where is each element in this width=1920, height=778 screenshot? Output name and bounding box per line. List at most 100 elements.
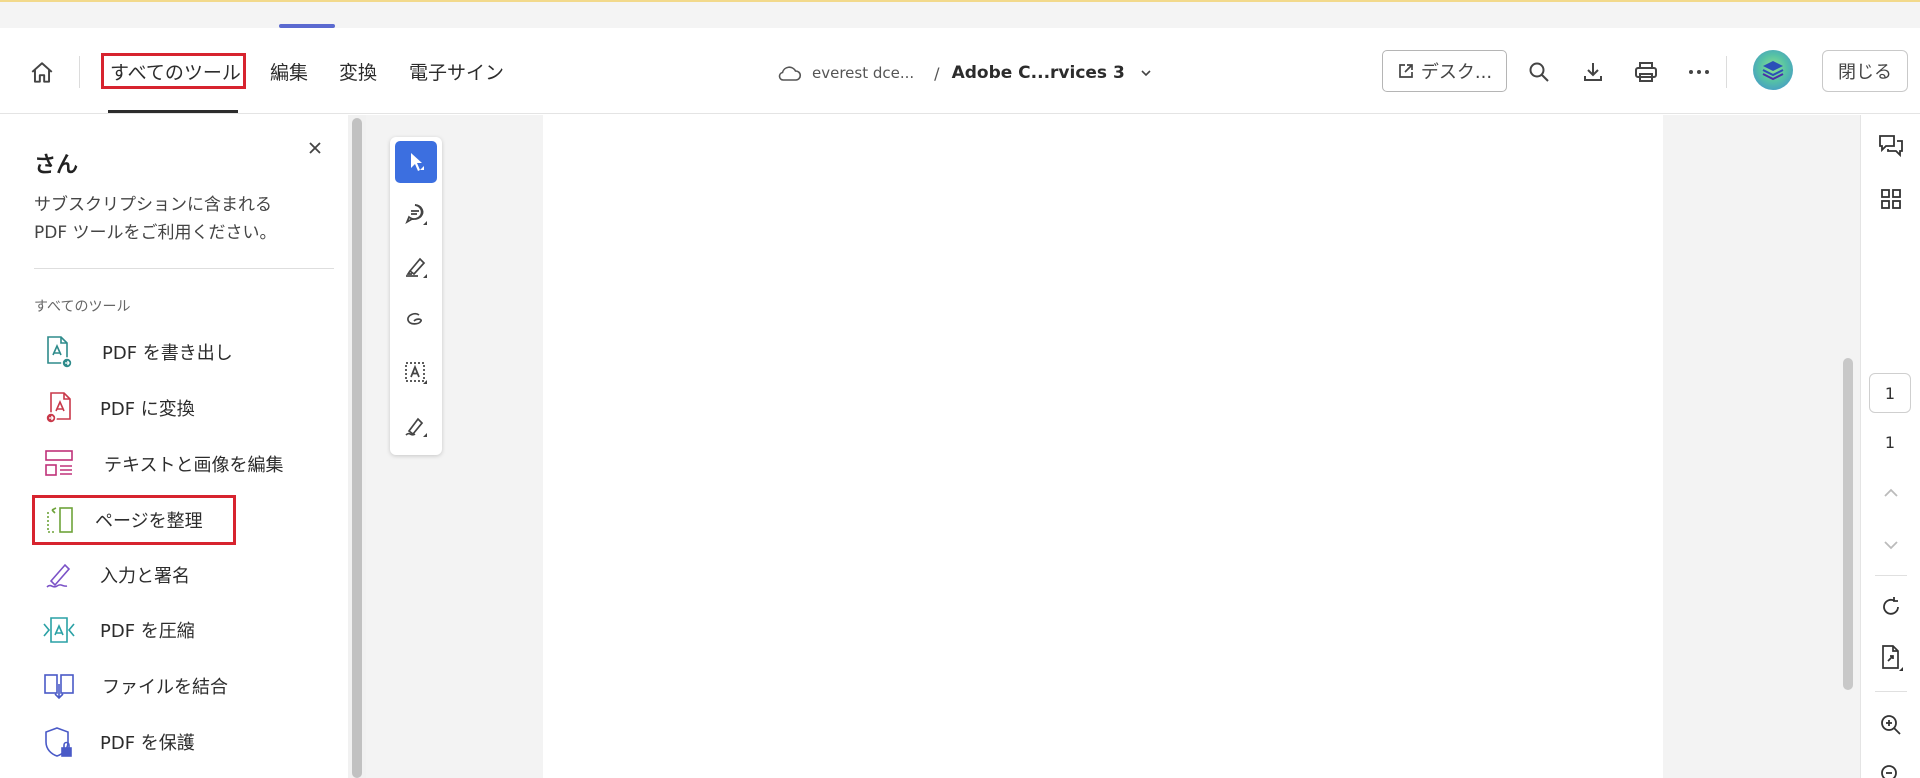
- pdf-page[interactable]: [543, 115, 1663, 778]
- rail-separator: [1875, 575, 1907, 576]
- tab-edit[interactable]: 編集: [270, 54, 308, 88]
- right-rail: 1 1: [1860, 115, 1920, 778]
- sign-icon: [405, 417, 427, 437]
- app-header: すべてのツール 編集 変換 電子サイン everest dce... / Ado…: [0, 28, 1920, 114]
- zoom-out-icon: [1881, 765, 1897, 778]
- tool-fill-sign-label: 入力と署名: [100, 566, 190, 587]
- tools-panel: さん サブスクリプションに含まれる PDF ツールをご利用ください。 すべてのツ…: [0, 115, 348, 778]
- nav-separator: [79, 56, 80, 88]
- active-tab-underline: [108, 110, 238, 113]
- search-icon: [1529, 62, 1549, 82]
- zoom-in-icon: [1881, 715, 1901, 735]
- comment-icon: [405, 204, 427, 225]
- tool-compress-pdf[interactable]: PDF を圧縮: [40, 608, 195, 652]
- grid-icon: [1881, 189, 1901, 209]
- zoom-out-button[interactable]: [1875, 759, 1907, 778]
- panel-close-button[interactable]: [302, 135, 328, 161]
- rotate-icon: [1883, 597, 1899, 615]
- tab-convert[interactable]: 変換: [339, 54, 377, 88]
- tool-fill-sign[interactable]: 入力と署名: [40, 553, 190, 597]
- panel-subtitle-line1: サブスクリプションに含まれる: [34, 195, 272, 215]
- draw-icon: [407, 312, 422, 325]
- rail-separator: [1875, 691, 1907, 692]
- tool-organize-pages-label: ページを整理: [95, 511, 203, 532]
- panel-scroll-thumb[interactable]: [352, 118, 362, 778]
- compress-pdf-icon: [40, 611, 78, 649]
- open-desktop-button[interactable]: デスク...: [1382, 50, 1507, 92]
- search-button[interactable]: [1524, 57, 1554, 87]
- header-separator: [1726, 56, 1727, 88]
- browser-tab-strip: [0, 0, 1920, 28]
- comments-icon: [1879, 135, 1903, 158]
- breadcrumb-root[interactable]: everest dce...: [812, 64, 914, 82]
- current-page-input[interactable]: 1: [1869, 373, 1911, 413]
- tab-e-sign[interactable]: 電子サイン: [409, 54, 504, 88]
- tool-create-pdf[interactable]: PDF に変換: [40, 386, 195, 430]
- page-extract-icon: [1882, 645, 1903, 671]
- rotate-button[interactable]: [1875, 591, 1907, 623]
- protect-pdf-icon: [40, 723, 78, 761]
- next-page-button[interactable]: [1875, 529, 1907, 561]
- tool-organize-pages[interactable]: ページを整理: [32, 495, 236, 545]
- tool-export-pdf-label: PDF を書き出し: [102, 343, 233, 364]
- sign-tool-button[interactable]: [395, 405, 437, 447]
- comments-button[interactable]: [1875, 130, 1907, 162]
- external-link-icon: [1399, 64, 1413, 78]
- tool-combine-files-label: ファイルを結合: [102, 677, 228, 698]
- select-cursor-icon: [411, 153, 424, 171]
- panel-divider: [34, 268, 334, 269]
- comment-tool-button[interactable]: [395, 193, 437, 235]
- chevron-down-icon: [1884, 541, 1898, 550]
- open-desktop-label: デスク...: [1420, 62, 1493, 83]
- tool-protect-pdf[interactable]: PDF を保護: [40, 720, 195, 764]
- document-title[interactable]: Adobe C...rvices 3: [952, 63, 1125, 83]
- layers-icon: [1762, 61, 1784, 81]
- export-pdf-icon: [40, 333, 78, 371]
- tool-compress-pdf-label: PDF を圧縮: [100, 621, 195, 642]
- tool-export-pdf[interactable]: PDF を書き出し: [40, 330, 233, 374]
- tool-edit-text-image-label: テキストと画像を編集: [104, 455, 284, 476]
- breadcrumb-separator: /: [934, 63, 940, 83]
- close-button[interactable]: 閉じる: [1822, 50, 1908, 92]
- tool-combine-files[interactable]: ファイルを結合: [40, 664, 228, 708]
- zoom-in-button[interactable]: [1875, 709, 1907, 741]
- panel-subtitle-line2: PDF ツールをご利用ください。: [34, 223, 277, 243]
- quick-tools-toolbar: [390, 137, 442, 455]
- edit-text-image-icon: [40, 445, 78, 483]
- avatar[interactable]: [1753, 50, 1793, 90]
- close-icon: [309, 142, 321, 154]
- thumbnails-button[interactable]: [1875, 183, 1907, 215]
- combine-files-icon: [40, 667, 78, 705]
- download-icon: [1584, 63, 1602, 81]
- tool-protect-pdf-label: PDF を保護: [100, 733, 195, 754]
- print-icon: [1635, 62, 1657, 82]
- panel-greeting: さん: [34, 153, 79, 178]
- cloud-icon: [778, 66, 802, 81]
- page-tools-button[interactable]: [1875, 642, 1907, 674]
- chevron-down-icon: [1141, 70, 1151, 77]
- tool-create-pdf-label: PDF に変換: [100, 399, 195, 420]
- previous-page-button[interactable]: [1875, 477, 1907, 509]
- section-title: すべてのツール: [34, 299, 131, 315]
- breadcrumb: everest dce... / Adobe C...rvices 3: [776, 58, 1153, 88]
- total-pages: 1: [1884, 433, 1896, 452]
- select-tool-button[interactable]: [395, 141, 437, 183]
- highlight-icon: [406, 257, 427, 278]
- draw-tool-button[interactable]: [395, 299, 437, 341]
- canvas-scroll-thumb[interactable]: [1843, 358, 1853, 690]
- text-select-icon: [405, 362, 427, 384]
- create-pdf-icon: [40, 389, 78, 427]
- download-button[interactable]: [1578, 57, 1608, 87]
- tool-edit-text-image[interactable]: テキストと画像を編集: [40, 442, 283, 486]
- panel-subtitle: サブスクリプションに含まれる PDF ツールをご利用ください。: [34, 191, 324, 247]
- tab-all-tools[interactable]: すべてのツール: [101, 53, 246, 89]
- more-options-button[interactable]: [1684, 57, 1714, 87]
- organize-pages-icon: [41, 501, 79, 539]
- home-button[interactable]: [26, 57, 58, 89]
- print-button[interactable]: [1631, 57, 1661, 87]
- fill-sign-icon: [40, 556, 78, 594]
- text-select-tool-button[interactable]: [395, 352, 437, 394]
- document-menu-button[interactable]: [1139, 66, 1153, 80]
- home-icon: [31, 62, 53, 83]
- highlight-tool-button[interactable]: [395, 246, 437, 288]
